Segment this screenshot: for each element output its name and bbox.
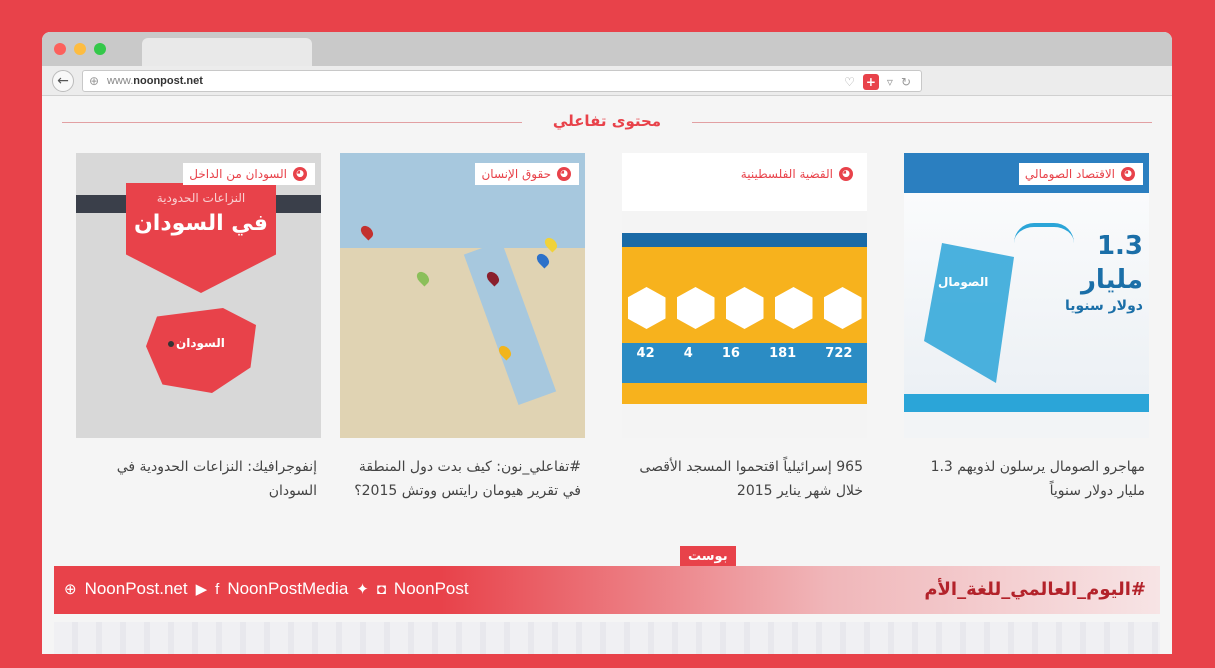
- category-badge[interactable]: ◕ الاقتصاد الصومالي: [1018, 163, 1143, 185]
- address-bar[interactable]: ⊕ www.noonpost.net ♡ + ▿ ↻: [82, 70, 922, 92]
- category-label: القضية الفلسطينية: [740, 167, 833, 181]
- card-title-link[interactable]: #تفاعلي_نون: كيف بدت دول المنطقة في تقري…: [346, 455, 581, 503]
- hexagon-icon: [676, 287, 715, 329]
- dropdown-icon[interactable]: ▿: [887, 75, 893, 89]
- back-arrow-icon: ←: [57, 73, 69, 89]
- youtube-icon[interactable]: ▶: [196, 580, 208, 598]
- section-header: محتوى تفاعلي: [62, 112, 1152, 132]
- social-links: ⊕ NoonPost.net ▶ f NoonPostMedia ✦ ◘ Noo…: [64, 579, 469, 599]
- site-link[interactable]: NoonPost.net: [85, 579, 188, 599]
- banner-subtitle: النزاعات الحدودية: [156, 191, 246, 205]
- brand-badge: بوست: [680, 546, 736, 568]
- stat-value: 42: [636, 346, 655, 361]
- title-bar: [42, 32, 1172, 66]
- card-thumbnail[interactable]: ◕ حقوق الإنسان: [340, 153, 585, 438]
- category-icon: ◕: [1121, 167, 1135, 181]
- stats-row: 42 4 16 181 722: [622, 343, 867, 383]
- hexagon-icon: [627, 287, 666, 329]
- infographic-bar: [622, 233, 867, 247]
- capital-dot: [168, 341, 174, 347]
- category-icon: ◕: [839, 167, 853, 181]
- close-window-button[interactable]: [54, 43, 66, 55]
- globe-icon: ⊕: [89, 74, 100, 88]
- browser-toolbar: ← ⊕ www.noonpost.net ♡ + ▿ ↻: [42, 66, 1172, 96]
- card-thumbnail[interactable]: الصومال 1.3 مليار دولار سنويا ◕ الاقتصاد…: [904, 153, 1149, 438]
- category-label: السودان من الداخل: [189, 167, 287, 181]
- decorative-pattern: [54, 622, 1160, 654]
- url-text: www.noonpost.net: [107, 75, 203, 87]
- social-handle[interactable]: NoonPost: [394, 579, 469, 599]
- reload-icon[interactable]: ↻: [901, 75, 911, 89]
- banner-title: في السودان: [134, 211, 268, 236]
- section-title: محتوى تفاعلي: [552, 112, 662, 130]
- stat-value: 4: [683, 346, 693, 361]
- maximize-window-button[interactable]: [94, 43, 106, 55]
- card-thumbnail[interactable]: النزاعات الحدودية في السودان السودان ◕ ا…: [76, 153, 321, 438]
- address-bar-icons: ♡ + ▿ ↻: [844, 74, 911, 90]
- hexagon-icon: [823, 287, 862, 329]
- pocket-icon[interactable]: ♡: [844, 75, 855, 89]
- back-button[interactable]: ←: [52, 70, 74, 92]
- minimize-window-button[interactable]: [74, 43, 86, 55]
- category-badge[interactable]: ◕ القضية الفلسطينية: [734, 163, 861, 185]
- card-title-link[interactable]: إنفوجرافيك: النزاعات الحدودية في السودان: [82, 455, 317, 503]
- add-icon[interactable]: +: [862, 74, 879, 90]
- hashtag: #اليوم_العالمي_للغة_الأم: [924, 579, 1146, 600]
- twitter-icon[interactable]: ✦: [356, 580, 369, 598]
- hexagon-icon: [774, 287, 813, 329]
- card-thumbnail[interactable]: 42 4 16 181 722 ◕ القضية الفلسطينية: [622, 153, 867, 438]
- icon-row: [622, 287, 867, 337]
- card-title-link[interactable]: مهاجرو الصومال يرسلون لذويهم 1.3 مليار د…: [910, 455, 1145, 503]
- instagram-icon[interactable]: ◘: [377, 581, 386, 598]
- sudan-map-shape: [146, 308, 256, 393]
- stat-value: 16: [721, 346, 740, 361]
- infographic-footer: [904, 412, 1149, 438]
- title-banner: النزاعات الحدودية في السودان: [126, 183, 276, 293]
- stat-value: 722: [825, 346, 853, 361]
- map-land: [340, 248, 585, 438]
- category-label: الاقتصاد الصومالي: [1024, 167, 1115, 181]
- hexagon-icon: [725, 287, 764, 329]
- category-icon: ◕: [557, 167, 571, 181]
- infographic-figure: 1.3 مليار دولار سنويا: [1064, 231, 1143, 314]
- footer-band: ⊕ NoonPost.net ▶ f NoonPostMedia ✦ ◘ Noo…: [54, 566, 1160, 614]
- category-label: حقوق الإنسان: [481, 167, 551, 181]
- country-label: السودان: [176, 336, 225, 350]
- somalia-label: الصومال: [938, 275, 989, 289]
- stat-value: 181: [769, 346, 797, 361]
- category-icon: ◕: [293, 167, 307, 181]
- infographic-bar: [904, 394, 1149, 412]
- category-badge[interactable]: ◕ السودان من الداخل: [183, 163, 315, 185]
- card-title-link[interactable]: 965 إسرائيلياً اقتحموا المسجد الأقصى خلا…: [628, 455, 863, 503]
- facebook-icon[interactable]: f: [215, 581, 219, 598]
- browser-tab[interactable]: [142, 38, 312, 66]
- globe-icon: ⊕: [64, 581, 77, 598]
- category-badge[interactable]: ◕ حقوق الإنسان: [475, 163, 579, 185]
- infographic-footer: [622, 404, 867, 438]
- media-handle[interactable]: NoonPostMedia: [227, 579, 348, 599]
- browser-window: ← ⊕ www.noonpost.net ♡ + ▿ ↻ محتوى تفاعل…: [42, 32, 1172, 654]
